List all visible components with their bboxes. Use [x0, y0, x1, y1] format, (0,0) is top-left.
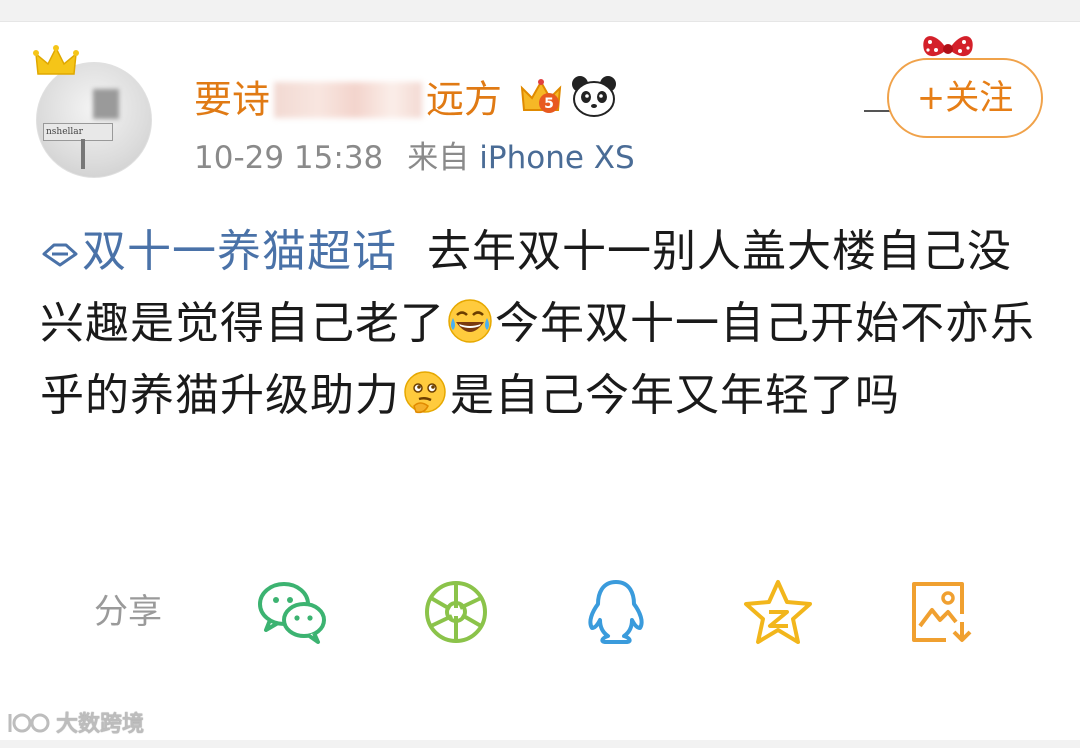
post-text-3: 是自己今年又年轻了吗	[450, 370, 900, 421]
qq-share-icon[interactable]	[580, 578, 652, 646]
follow-button[interactable]: +关注	[887, 58, 1043, 138]
wechat-share-icon[interactable]	[256, 578, 328, 646]
watermark-logo-icon	[8, 713, 50, 733]
bottom-bar	[0, 740, 1080, 748]
avatar-container[interactable]: nshellar	[33, 45, 152, 178]
vip-level-number: 5	[544, 96, 554, 112]
device-link[interactable]: iPhone XS	[479, 140, 634, 176]
topic-text: 双十一养猫超话	[82, 226, 397, 277]
panda-icon[interactable]	[570, 74, 618, 118]
top-bar	[0, 0, 1080, 22]
username-blurred	[274, 81, 423, 118]
save-image-icon[interactable]	[906, 578, 978, 646]
watermark-text: 大数跨境	[56, 712, 145, 737]
avatar-pole	[81, 139, 85, 169]
topic-link[interactable]: 双十一养猫超话	[40, 226, 397, 277]
bow-decoration-icon	[923, 36, 973, 57]
share-label: 分享	[94, 592, 162, 632]
timestamp: 10-29 15:38	[194, 140, 384, 176]
username[interactable]: 要诗 远方	[194, 72, 502, 122]
laugh-cry-emoji-icon	[448, 299, 492, 343]
avatar-figure	[93, 89, 119, 119]
follow-divider	[864, 110, 890, 112]
vip-crown-icon[interactable]: 5	[518, 76, 564, 118]
super-topic-icon	[42, 243, 78, 267]
moments-share-icon[interactable]	[420, 578, 492, 646]
crown-icon	[33, 45, 79, 75]
username-suffix: 远方	[426, 77, 503, 122]
post-content: 双十一养猫超话 去年双十一别人盖大楼自己没兴趣是觉得自己老了 今年双十一自己开始…	[40, 216, 1050, 432]
post-meta: 10-29 15:38 来自 iPhone XS	[194, 138, 635, 178]
avatar-ground	[117, 175, 151, 177]
avatar-sign: nshellar	[43, 123, 113, 141]
qzone-share-icon[interactable]	[742, 578, 814, 646]
source-label: 来自	[407, 140, 470, 176]
username-prefix: 要诗	[194, 77, 271, 122]
watermark: 大数跨境	[6, 710, 144, 740]
thinking-emoji-icon	[404, 371, 446, 414]
